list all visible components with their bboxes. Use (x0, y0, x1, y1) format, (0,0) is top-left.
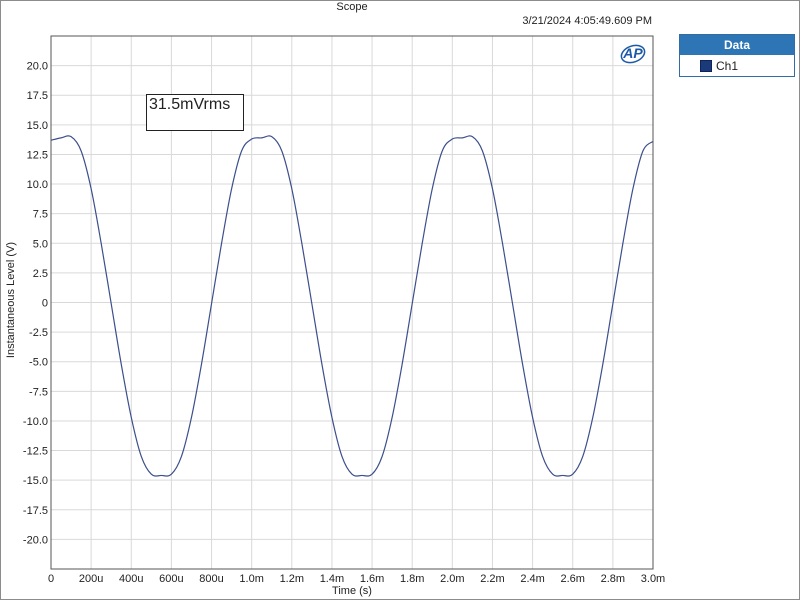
legend-label-ch1: Ch1 (716, 58, 739, 73)
y-tick-label: 12.5 (27, 149, 48, 161)
x-tick-label: 400u (119, 573, 143, 585)
legend-panel: Data Ch1 (679, 34, 795, 77)
y-tick-label: -7.5 (29, 386, 48, 398)
y-tick-label: -5.0 (29, 357, 48, 369)
y-tick-label: 5.0 (33, 238, 48, 250)
x-tick-label: 0 (48, 573, 54, 585)
legend-header: Data (680, 35, 794, 55)
x-tick-label: 1.4m (320, 573, 344, 585)
x-tick-label: 1.8m (400, 573, 424, 585)
x-tick-label: 800u (199, 573, 223, 585)
rms-readout: 31.5mVrms (146, 94, 244, 131)
y-tick-label: 2.5 (33, 268, 48, 280)
scope-chart: 20.0 17.5 15.0 12.5 10.0 7.5 5.0 2.5 0 -2.5 -5.0 -7… (5, 35, 665, 597)
x-tick-label: 2.8m (601, 573, 625, 585)
x-tick-label: 2.2m (480, 573, 504, 585)
y-tick-label: -20.0 (23, 534, 48, 546)
y-tick-label: 15.0 (27, 120, 48, 132)
legend-item-ch1[interactable]: Ch1 (680, 55, 794, 76)
x-tick-label: 1.6m (360, 573, 384, 585)
y-tick-label: -17.5 (23, 505, 48, 517)
y-tick-label: -15.0 (23, 475, 48, 487)
x-tick-label: 1.0m (239, 573, 263, 585)
x-tick-label: 3.0m (641, 573, 665, 585)
rms-readout-value: 31.5mVrms (149, 96, 231, 113)
y-tick-label: 10.0 (27, 179, 48, 191)
y-axis-label: Instantaneous Level (V) (5, 242, 17, 358)
x-tick-label: 2.4m (520, 573, 544, 585)
x-tick-labels: 0 200u 400u 600u 800u 1.0m 1.2m 1.4m 1.6m 1.8m 2.0… (48, 573, 665, 585)
x-tick-label: 200u (79, 573, 103, 585)
y-tick-label: -12.5 (23, 446, 48, 458)
x-tick-label: 1.2m (280, 573, 304, 585)
x-axis-label: Time (s) (332, 585, 372, 597)
y-tick-labels: 20.0 17.5 15.0 12.5 10.0 7.5 5.0 2.5 0 -2.5 -5.0 -7… (23, 61, 48, 547)
y-tick-label: 7.5 (33, 209, 48, 221)
y-tick-label: -2.5 (29, 327, 48, 339)
y-tick-label: -10.0 (23, 416, 48, 428)
x-tick-label: 600u (159, 573, 183, 585)
x-tick-label: 2.6m (560, 573, 584, 585)
x-tick-label: 2.0m (440, 573, 464, 585)
y-tick-label: 20.0 (27, 61, 48, 73)
ap-logo-text: AP (622, 45, 643, 61)
ap-logo-icon: AP (620, 44, 646, 64)
y-tick-label: 0 (42, 298, 48, 310)
y-tick-label: 17.5 (27, 90, 48, 102)
legend-swatch-ch1 (700, 59, 712, 72)
